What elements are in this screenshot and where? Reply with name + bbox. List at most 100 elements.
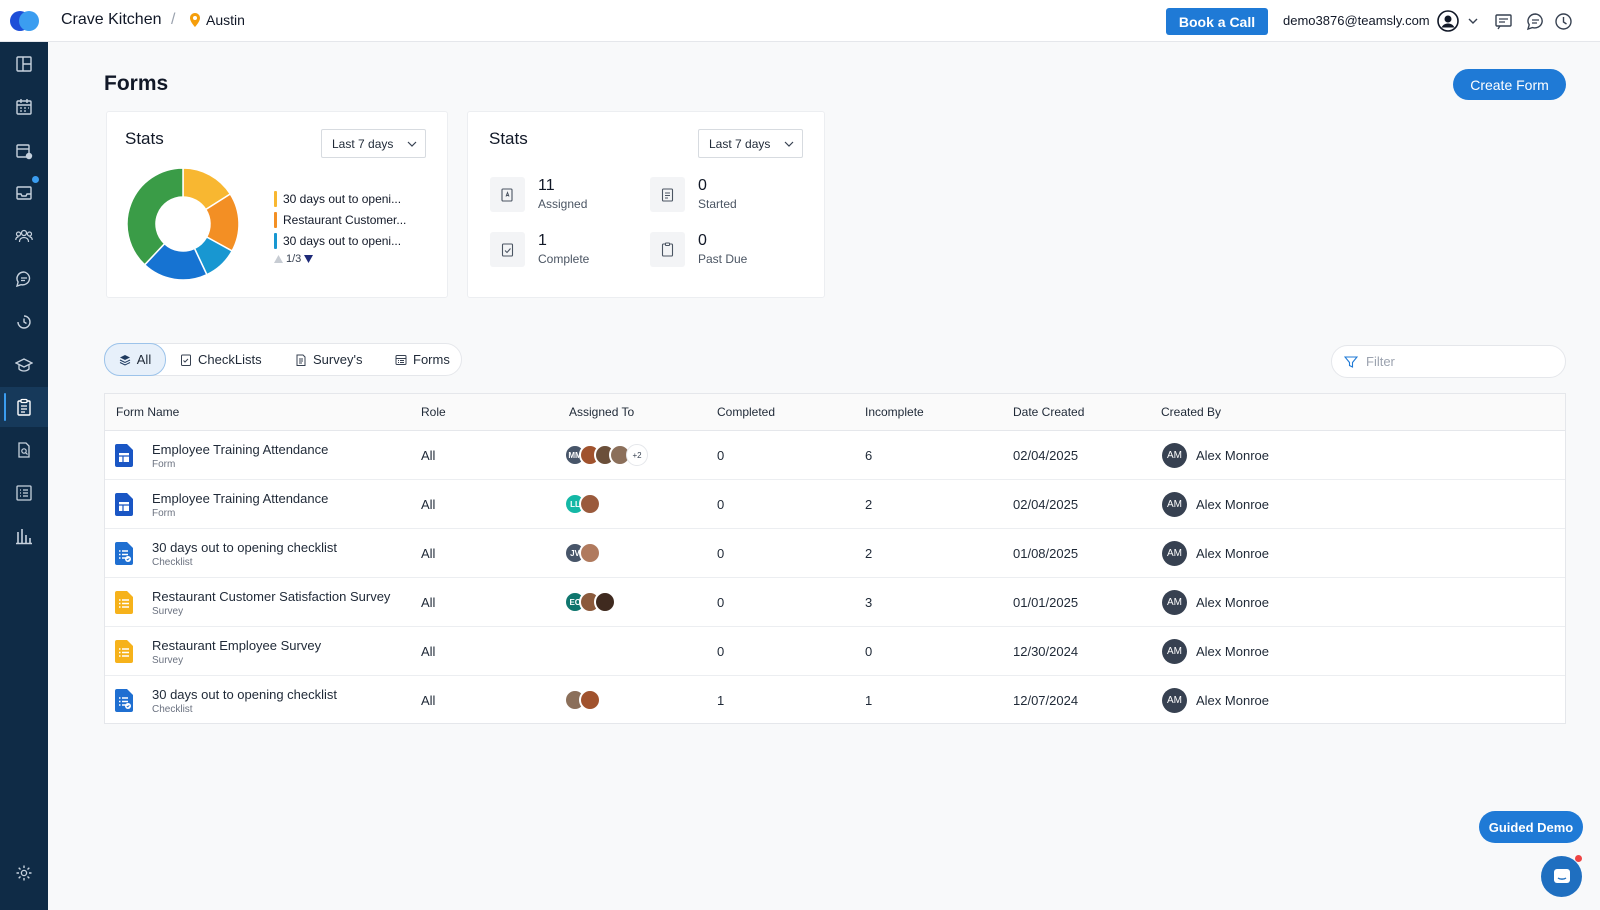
table-row[interactable]: Employee Training Attendance Form All MM… <box>105 431 1565 480</box>
app-logo[interactable] <box>10 11 40 31</box>
sidebar-item-forms[interactable] <box>0 387 48 427</box>
tab-checklists[interactable]: CheckLists <box>180 344 262 375</box>
inbox-icon <box>16 186 32 200</box>
completed-cell: 0 <box>717 644 725 659</box>
user-email[interactable]: demo3876@teamsly.com <box>1283 13 1430 28</box>
sidebar-item-reports[interactable] <box>0 516 48 556</box>
calendar-icon <box>16 99 32 115</box>
page-title: Forms <box>104 72 169 95</box>
filter-icon <box>1344 355 1358 368</box>
filter-input[interactable] <box>1366 354 1546 369</box>
sidebar-item-timesheets[interactable] <box>0 302 48 342</box>
chat-bubble-icon <box>1553 868 1570 883</box>
form-name[interactable]: 30 days out to opening checklist <box>152 687 337 702</box>
top-bar: Crave Kitchen / Austin Book a Call demo3… <box>0 0 1600 42</box>
table-row[interactable]: Restaurant Employee Survey Survey All 0 … <box>105 627 1565 676</box>
creator-avatar: AM <box>1162 639 1187 664</box>
stats-chart-card: Stats Last 7 days 30 days out to openi..… <box>106 111 448 298</box>
location-name[interactable]: Austin <box>206 12 245 28</box>
sidebar-item-time-off[interactable] <box>0 131 48 171</box>
stats-chart-title: Stats <box>125 129 164 148</box>
legend-item[interactable]: Restaurant Customer... <box>274 211 406 232</box>
incomplete-cell: 2 <box>865 497 873 512</box>
incomplete-cell: 0 <box>865 644 873 659</box>
form-type-tabs: All CheckLists Survey's Forms <box>104 343 462 376</box>
chat-notification-dot <box>1575 855 1582 862</box>
column-header-created-by[interactable]: Created By <box>1161 405 1221 419</box>
avatar <box>579 689 601 711</box>
tab-surveys[interactable]: Survey's <box>295 344 362 375</box>
sidebar-item-dashboard[interactable] <box>0 44 48 84</box>
sidebar-item-schedule[interactable] <box>0 87 48 127</box>
sidebar-item-training[interactable] <box>0 345 48 385</box>
tab-all[interactable]: All <box>104 343 166 376</box>
table-header: Form Name Role Assigned To Completed Inc… <box>105 394 1565 431</box>
support-chat-button[interactable] <box>1541 856 1582 897</box>
pager-down-icon[interactable] <box>304 255 314 263</box>
more-assignees-badge[interactable]: +2 <box>626 444 648 466</box>
form-name[interactable]: Restaurant Customer Satisfaction Survey <box>152 589 390 604</box>
sidebar-item-messages[interactable] <box>0 259 48 299</box>
chevron-down-icon <box>784 141 794 147</box>
calendar-clock-icon <box>16 144 33 160</box>
column-header-role[interactable]: Role <box>421 405 446 419</box>
form-name[interactable]: Restaurant Employee Survey <box>152 638 321 653</box>
tab-checklists-label: CheckLists <box>198 352 262 367</box>
announcement-icon[interactable] <box>1494 12 1513 31</box>
checklist-board-icon <box>16 485 32 501</box>
app-name[interactable]: Crave Kitchen <box>61 11 162 29</box>
form-name[interactable]: 30 days out to opening checklist <box>152 540 337 555</box>
user-avatar-icon[interactable] <box>1437 10 1459 32</box>
table-row[interactable]: 30 days out to opening checklist Checkli… <box>105 529 1565 578</box>
legend-label: Restaurant Customer... <box>283 213 407 227</box>
creator-avatar: AM <box>1162 541 1187 566</box>
stat-assigned-value: 11 <box>538 177 555 194</box>
message-icon <box>15 271 31 288</box>
assignee-avatars[interactable]: LL <box>564 493 601 517</box>
assignee-avatars[interactable]: JV <box>564 542 601 566</box>
stats-chart-period-dropdown[interactable]: Last 7 days <box>321 129 426 158</box>
tab-all-label: All <box>136 352 152 367</box>
legend-item[interactable]: 30 days out to openi... <box>274 190 406 211</box>
layers-icon <box>119 354 130 366</box>
checklist-icon <box>115 689 133 712</box>
guided-demo-button[interactable]: Guided Demo <box>1479 811 1583 843</box>
sidebar-item-inbox[interactable] <box>0 173 48 213</box>
legend-item[interactable]: 30 days out to openi... <box>274 232 406 253</box>
assignee-avatars[interactable]: MM +2 <box>564 444 648 468</box>
incomplete-cell: 6 <box>865 448 873 463</box>
stat-past-due-label: Past Due <box>698 252 748 266</box>
checklist-icon <box>115 542 133 565</box>
column-header-incomplete[interactable]: Incomplete <box>865 405 924 419</box>
form-name[interactable]: Employee Training Attendance <box>152 442 328 457</box>
sidebar-item-tasks[interactable] <box>0 473 48 513</box>
date-cell: 02/04/2025 <box>1013 448 1079 463</box>
table-row[interactable]: Restaurant Customer Satisfaction Survey … <box>105 578 1565 627</box>
column-header-date-created[interactable]: Date Created <box>1013 405 1084 419</box>
column-header-completed[interactable]: Completed <box>717 405 775 419</box>
column-header-form-name[interactable]: Form Name <box>116 405 179 419</box>
stats-counts-period-dropdown[interactable]: Last 7 days <box>698 129 803 158</box>
sidebar-item-settings[interactable] <box>0 853 48 893</box>
assignee-avatars[interactable]: EC <box>564 591 616 615</box>
book-call-button[interactable]: Book a Call <box>1166 8 1268 35</box>
assignee-avatars[interactable] <box>564 689 601 713</box>
create-form-button[interactable]: Create Form <box>1453 69 1566 100</box>
sidebar-item-team[interactable] <box>0 216 48 256</box>
tab-forms[interactable]: Forms <box>395 344 450 375</box>
role-cell: All <box>421 693 436 708</box>
sidebar-item-documents[interactable] <box>0 430 48 470</box>
form-name[interactable]: Employee Training Attendance <box>152 491 328 506</box>
column-header-assigned-to[interactable]: Assigned To <box>569 405 634 419</box>
date-cell: 12/30/2024 <box>1013 644 1079 659</box>
breadcrumb-separator: / <box>171 11 176 28</box>
clock-icon[interactable] <box>1554 12 1573 31</box>
table-row[interactable]: Employee Training Attendance Form All LL… <box>105 480 1565 529</box>
chevron-down-icon[interactable] <box>1467 15 1479 27</box>
tab-surveys-label: Survey's <box>313 352 363 367</box>
completed-cell: 0 <box>717 497 725 512</box>
pager-up-icon[interactable] <box>274 255 283 263</box>
chat-icon[interactable] <box>1526 12 1545 31</box>
table-row[interactable]: 30 days out to opening checklist Checkli… <box>105 676 1565 725</box>
role-cell: All <box>421 448 436 463</box>
